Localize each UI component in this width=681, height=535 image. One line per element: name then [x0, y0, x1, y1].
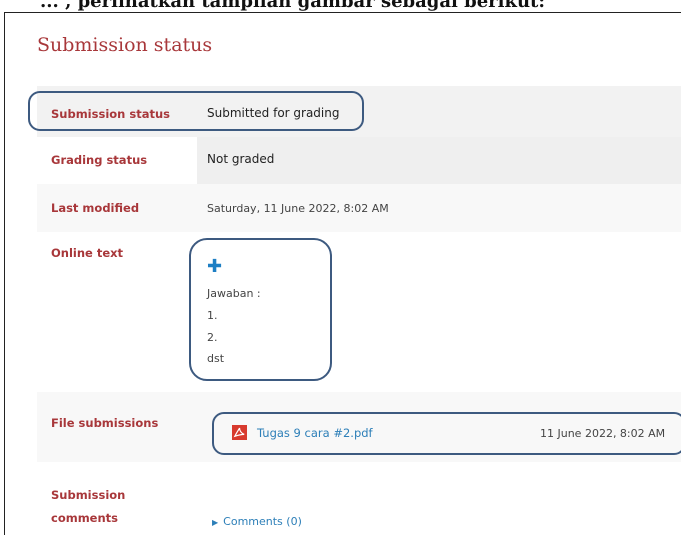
top-caption-text: ... , perlihatkan tampilan gambar sebaga…: [40, 0, 546, 12]
label-file-submissions: File submissions: [51, 416, 159, 430]
value-grading-status: Not graded: [207, 152, 275, 166]
label-online-text: Online text: [51, 246, 124, 260]
label-grading-status: Grading status: [51, 153, 148, 167]
callout-submission-status: [28, 91, 364, 131]
row-submission-comments: Submission comments: [37, 462, 681, 535]
row-last-modified: Last modified Saturday, 11 June 2022, 8:…: [37, 184, 681, 232]
label-submission-comments-2: comments: [51, 511, 119, 525]
comments-link-label: Comments (0): [223, 515, 302, 528]
callout-online-text: [189, 238, 332, 381]
label-last-modified: Last modified: [51, 201, 140, 215]
page-heading: Submission status: [37, 34, 213, 56]
caret-right-icon: ▶: [212, 518, 219, 527]
row-grading-status: Grading status Not graded: [37, 137, 681, 184]
callout-file-submission: [212, 412, 681, 455]
comments-link[interactable]: ▶ Comments (0): [212, 515, 302, 528]
value-last-modified: Saturday, 11 June 2022, 8:02 AM: [207, 202, 389, 215]
label-submission-comments-1: Submission: [51, 488, 126, 502]
row-online-text: Online text: [37, 232, 681, 392]
